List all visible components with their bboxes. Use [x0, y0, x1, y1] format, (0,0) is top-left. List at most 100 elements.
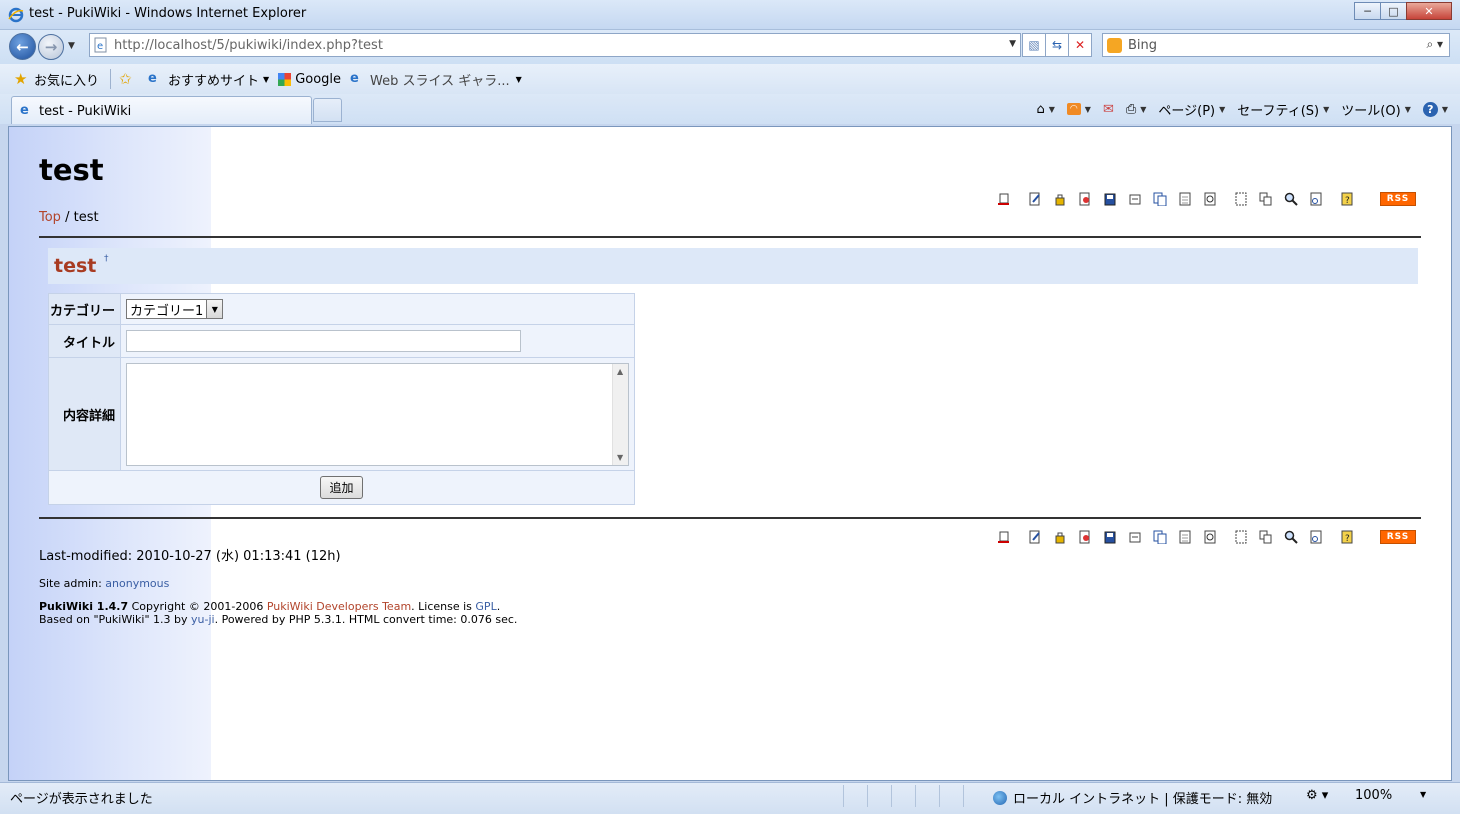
- rss-feed-icon: ◠: [1066, 103, 1081, 115]
- rename-icon[interactable]: [1258, 191, 1274, 207]
- svg-text:e: e: [97, 41, 103, 52]
- help-button[interactable]: ? ▼: [1422, 101, 1448, 117]
- tools-menu[interactable]: ツール(O) ▼: [1341, 100, 1411, 119]
- top-page-icon[interactable]: [996, 191, 1012, 207]
- address-bar[interactable]: e http://localhost/5/pukiwiki/index.php?…: [89, 33, 1021, 57]
- page-list-icon[interactable]: [1233, 529, 1249, 545]
- edit-icon[interactable]: [1027, 191, 1043, 207]
- reload-icon[interactable]: [1202, 191, 1218, 207]
- zoom-level[interactable]: 100%: [1355, 788, 1392, 803]
- site-admin: Site admin: anonymous: [39, 577, 169, 590]
- heading-anchor-link[interactable]: †: [104, 254, 109, 264]
- zoom-dropdown-icon[interactable]: ▼: [1420, 790, 1426, 799]
- search-icon[interactable]: ⌕ ▾: [1426, 37, 1443, 52]
- divider: [39, 517, 1421, 519]
- search-provider[interactable]: Bing: [1128, 38, 1157, 53]
- help-icon[interactable]: ?: [1339, 529, 1355, 545]
- ie-logo-icon: [8, 7, 24, 23]
- star-icon: ★: [14, 70, 28, 88]
- status-cell: [843, 785, 867, 807]
- page-list-icon[interactable]: [1233, 191, 1249, 207]
- footer-gpl-link[interactable]: GPL: [475, 600, 496, 613]
- feeds-button[interactable]: ◠ ▼: [1066, 103, 1091, 115]
- window-title: test - PukiWiki - Windows Internet Explo…: [29, 6, 307, 21]
- copy-icon[interactable]: [1152, 191, 1168, 207]
- search-icon[interactable]: [1283, 529, 1299, 545]
- tab-test-pukiwiki[interactable]: e test - PukiWiki: [11, 96, 312, 124]
- forward-arrow-icon: →: [44, 38, 58, 56]
- safety-menu[interactable]: セーフティ(S) ▼: [1237, 100, 1329, 119]
- print-button[interactable]: ⎙ ▼: [1126, 102, 1147, 117]
- edit-icon[interactable]: [1027, 529, 1043, 545]
- rename-icon[interactable]: [1258, 529, 1274, 545]
- favorite-item-google[interactable]: Google: [278, 72, 341, 87]
- security-zone-label: ローカル イントラネット | 保護モード: 無効: [1013, 792, 1273, 807]
- forward-button[interactable]: →: [38, 34, 64, 60]
- favorites-button[interactable]: ★ お気に入り: [14, 70, 99, 89]
- compatibility-view-button[interactable]: ▧: [1022, 33, 1046, 57]
- detail-textarea[interactable]: ▲ ▼: [126, 362, 629, 466]
- google-icon: [278, 72, 292, 86]
- recent-changes-icon[interactable]: [1308, 191, 1324, 207]
- footer-author-link[interactable]: yu-ji: [191, 613, 215, 626]
- backup-icon[interactable]: [1102, 529, 1118, 545]
- attach-icon[interactable]: [1127, 191, 1143, 207]
- diff-icon[interactable]: [1077, 529, 1093, 545]
- help-icon[interactable]: ?: [1339, 191, 1355, 207]
- last-modified: Last-modified: 2010-10-27 (水) 01:13:41 (…: [39, 549, 341, 564]
- page-menu[interactable]: ページ(P) ▼: [1158, 100, 1225, 119]
- maximize-button[interactable]: □: [1380, 2, 1407, 20]
- favorites-label: お気に入り: [34, 73, 100, 89]
- backup-icon[interactable]: [1102, 191, 1118, 207]
- reload-icon[interactable]: [1202, 529, 1218, 545]
- minimize-button[interactable]: ─: [1354, 2, 1381, 20]
- rss-button[interactable]: RSS: [1380, 530, 1416, 544]
- favorite-item-suggested[interactable]: e おすすめサイト ▼: [148, 70, 269, 89]
- title-input[interactable]: [126, 330, 521, 352]
- textarea-scrollbar[interactable]: ▲ ▼: [612, 363, 628, 465]
- scroll-down-icon[interactable]: ▼: [617, 453, 623, 462]
- freeze-icon[interactable]: [1052, 191, 1068, 207]
- chevron-down-icon[interactable]: ▼: [206, 300, 223, 318]
- back-button[interactable]: ←: [9, 33, 36, 60]
- safety-menu-label: セーフティ(S): [1237, 103, 1320, 119]
- new-page-icon[interactable]: [1177, 191, 1193, 207]
- mail-button[interactable]: ✉: [1103, 102, 1114, 117]
- security-zone[interactable]: ローカル イントラネット | 保護モード: 無効: [993, 788, 1272, 807]
- search-box[interactable]: Bing ⌕ ▾: [1102, 33, 1450, 57]
- scroll-up-icon[interactable]: ▲: [617, 367, 623, 376]
- add-button[interactable]: 追加: [320, 476, 363, 499]
- copy-icon[interactable]: [1152, 529, 1168, 545]
- footer-period: .: [496, 600, 501, 613]
- home-button[interactable]: ⌂ ▼: [1037, 102, 1055, 117]
- footer: PukiWiki 1.4.7 Copyright © 2001-2006 Puk…: [39, 600, 517, 626]
- chevron-down-icon: ▼: [263, 74, 270, 84]
- site-admin-link[interactable]: anonymous: [105, 577, 169, 590]
- ie-page-icon: e: [148, 71, 157, 86]
- add-favorite-button[interactable]: ✩: [119, 71, 139, 87]
- address-dropdown-icon[interactable]: ▼: [1009, 39, 1016, 49]
- new-page-icon[interactable]: [1177, 529, 1193, 545]
- address-url[interactable]: http://localhost/5/pukiwiki/index.php?te…: [114, 38, 383, 53]
- close-window-button[interactable]: ✕: [1406, 2, 1452, 20]
- category-select[interactable]: カテゴリー1 ▼: [126, 299, 224, 319]
- home-icon: ⌂: [1036, 101, 1045, 117]
- diff-icon[interactable]: [1077, 191, 1093, 207]
- footer-license: . License is: [411, 600, 476, 613]
- recent-pages-dropdown-icon[interactable]: ▼: [68, 41, 75, 51]
- rss-button[interactable]: RSS: [1380, 192, 1416, 206]
- top-page-icon[interactable]: [996, 529, 1012, 545]
- mail-icon: ✉: [1102, 101, 1114, 117]
- breadcrumb-top-link[interactable]: Top: [39, 210, 61, 225]
- new-tab-button[interactable]: [313, 98, 342, 122]
- refresh-button[interactable]: ⇆: [1045, 33, 1069, 57]
- stop-button[interactable]: ✕: [1068, 33, 1092, 57]
- attach-icon[interactable]: [1127, 529, 1143, 545]
- search-icon[interactable]: [1283, 191, 1299, 207]
- favorite-item-web-slice[interactable]: e Web スライス ギャラ... ▼: [350, 70, 522, 89]
- protected-mode-icon[interactable]: ⚙ ▾: [1306, 788, 1328, 803]
- compatibility-icon: ▧: [1028, 38, 1040, 52]
- freeze-icon[interactable]: [1052, 529, 1068, 545]
- recent-changes-icon[interactable]: [1308, 529, 1324, 545]
- footer-team-link[interactable]: PukiWiki Developers Team: [267, 600, 411, 613]
